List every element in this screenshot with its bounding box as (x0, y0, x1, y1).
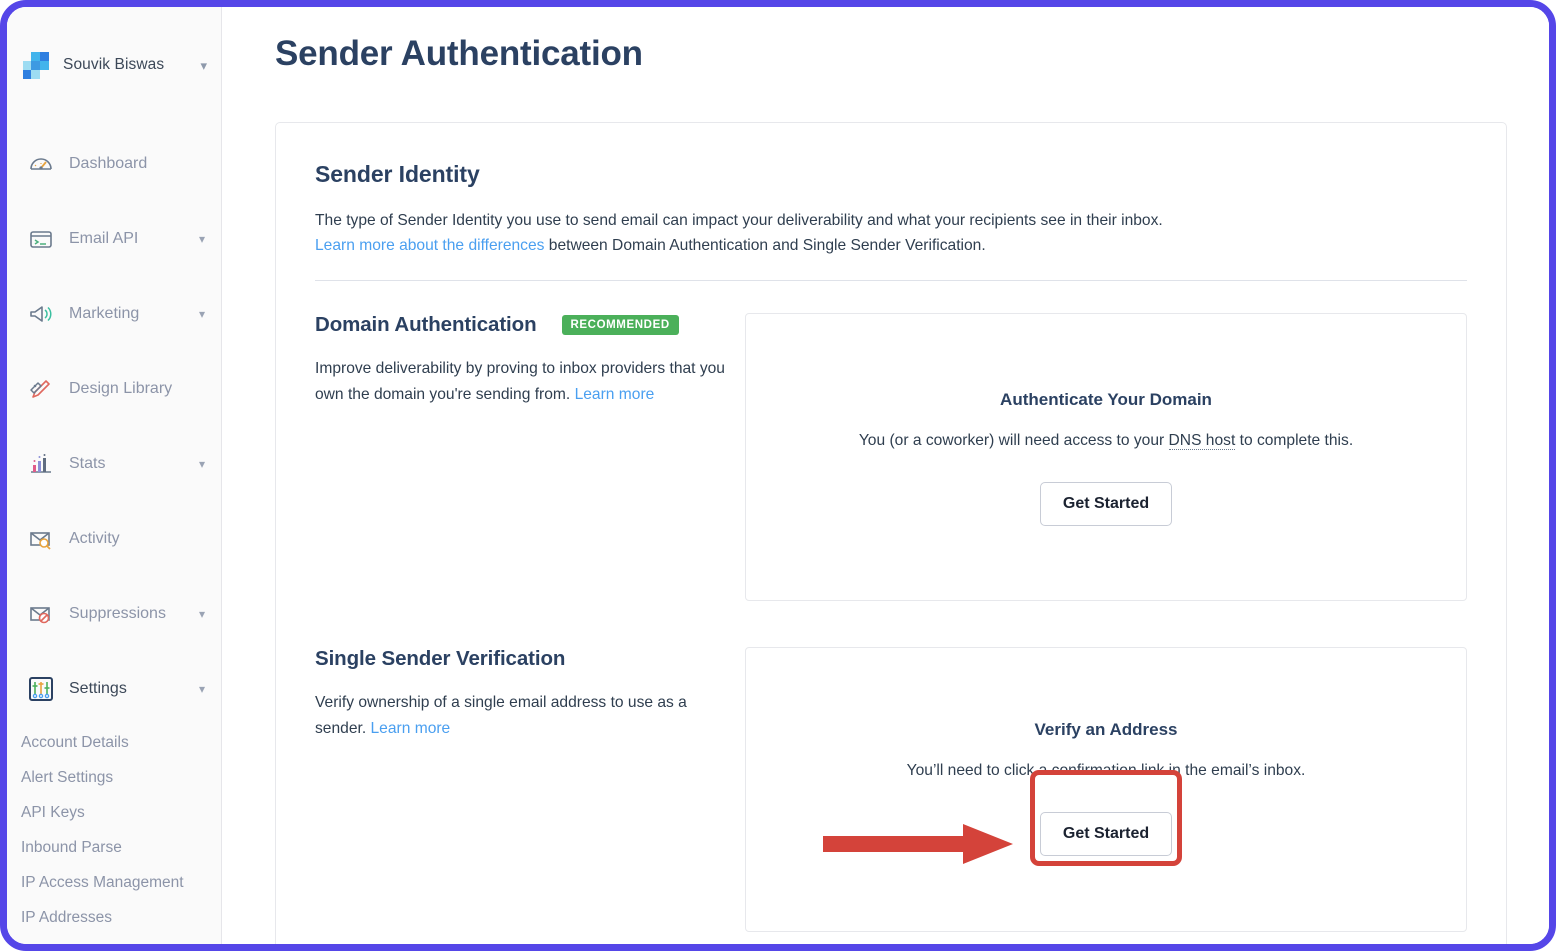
single-sender-get-started-button[interactable]: Get Started (1039, 812, 1173, 856)
sidebar-item-label: Activity (69, 530, 120, 547)
chevron-down-icon[interactable]: ▾ (199, 458, 205, 470)
authenticate-domain-card: Authenticate Your Domain You (or a cowor… (745, 313, 1467, 601)
chevron-down-icon[interactable]: ▾ (199, 308, 205, 320)
subnav-item-alert-settings[interactable]: Alert Settings (7, 760, 221, 795)
domain-authentication-info: Domain Authentication RECOMMENDED Improv… (315, 313, 745, 601)
main-content: Sender Authentication Sender Identity Th… (223, 7, 1549, 944)
single-sender-title: Single Sender Verification (315, 647, 566, 670)
domain-authentication-card-wrap: Authenticate Your Domain You (or a cowor… (745, 313, 1467, 601)
subnav-item-account-details[interactable]: Account Details (7, 725, 221, 760)
panel-description-line1: The type of Sender Identity you use to s… (315, 212, 1163, 229)
sidebar-item-marketing[interactable]: Marketing ▾ (7, 293, 221, 335)
app-window: Souvik Biswas ▾ Dashboard Email API ▾ Ma… (7, 7, 1549, 944)
account-name: Souvik Biswas (63, 56, 165, 73)
megaphone-icon (27, 300, 55, 328)
subtitle-before: You (or a coworker) will need access to … (858, 432, 1169, 449)
subnav-item-inbound-parse[interactable]: Inbound Parse (7, 830, 221, 865)
authenticate-domain-card-subtitle: You (or a coworker) will need access to … (746, 432, 1466, 450)
subnav-item-api-keys[interactable]: API Keys (7, 795, 221, 830)
sidebar-nav: Dashboard Email API ▾ Marketing ▾ Design… (7, 143, 221, 935)
envelope-search-icon (27, 525, 55, 553)
dns-host-term[interactable]: DNS host (1168, 432, 1236, 450)
bar-chart-icon (27, 450, 55, 478)
sender-identity-panel: Sender Identity The type of Sender Ident… (275, 122, 1507, 944)
single-sender-learn-more-link[interactable]: Learn more (370, 720, 450, 737)
sidebar-item-design-library[interactable]: Design Library (7, 368, 221, 410)
sidebar-item-label: Settings (69, 680, 127, 697)
single-sender-header: Single Sender Verification (315, 647, 725, 671)
domain-authentication-title: Domain Authentication (315, 313, 537, 336)
single-sender-description: Verify ownership of a single email addre… (315, 690, 725, 741)
account-switcher[interactable]: Souvik Biswas ▾ (7, 35, 221, 95)
single-sender-row: Single Sender Verification Verify owners… (315, 647, 1467, 932)
terminal-icon (27, 225, 55, 253)
verify-address-card: Verify an Address You’ll need to click a… (745, 647, 1467, 932)
panel-description-line2-rest: between Domain Authentication and Single… (544, 237, 986, 254)
envelope-blocked-icon (27, 600, 55, 628)
page-title: Sender Authentication (275, 34, 643, 73)
browser-frame: Souvik Biswas ▾ Dashboard Email API ▾ Ma… (0, 0, 1556, 951)
settings-subnav: Account Details Alert Settings API Keys … (7, 725, 221, 935)
chevron-down-icon[interactable]: ▾ (199, 608, 205, 620)
sidebar-item-suppressions[interactable]: Suppressions ▾ (7, 593, 221, 635)
learn-more-differences-link[interactable]: Learn more about the differences (315, 237, 544, 254)
pencil-ruler-icon (27, 375, 55, 403)
sidebar-item-label: Dashboard (69, 155, 148, 172)
subnav-item-ip-addresses[interactable]: IP Addresses (7, 900, 221, 935)
sidebar-item-label: Suppressions (69, 605, 166, 622)
gauge-icon (27, 150, 55, 178)
domain-authentication-description: Improve deliverability by proving to inb… (315, 356, 725, 407)
sidebar-item-label: Email API (69, 230, 139, 247)
domain-get-started-button[interactable]: Get Started (1039, 482, 1173, 526)
verify-address-card-subtitle: You’ll need to click a confirmation link… (906, 762, 1306, 779)
sidebar: Souvik Biswas ▾ Dashboard Email API ▾ Ma… (7, 7, 222, 944)
domain-learn-more-link[interactable]: Learn more (575, 386, 655, 403)
authenticate-domain-card-title: Authenticate Your Domain (1000, 390, 1212, 409)
sidebar-item-email-api[interactable]: Email API ▾ (7, 218, 221, 260)
sidebar-item-stats[interactable]: Stats ▾ (7, 443, 221, 485)
chevron-down-icon[interactable]: ▾ (199, 683, 205, 695)
sidebar-item-dashboard[interactable]: Dashboard (7, 143, 221, 185)
sidebar-item-label: Stats (69, 455, 106, 472)
single-sender-button-wrap: Get Started (1029, 770, 1183, 866)
domain-authentication-header: Domain Authentication RECOMMENDED (315, 313, 725, 337)
sidebar-item-label: Design Library (69, 380, 173, 397)
chevron-down-icon[interactable]: ▾ (200, 59, 207, 72)
sidebar-item-settings[interactable]: Settings ▾ (7, 668, 221, 710)
chevron-down-icon[interactable]: ▾ (199, 233, 205, 245)
annotation-arrow-icon (823, 824, 1013, 864)
single-sender-info: Single Sender Verification Verify owners… (315, 647, 745, 932)
domain-authentication-description-text: Improve deliverability by proving to inb… (315, 360, 725, 403)
verify-address-card-title: Verify an Address (1034, 720, 1178, 739)
section-divider (315, 280, 1467, 281)
single-sender-card-wrap: Verify an Address You’ll need to click a… (745, 647, 1467, 932)
panel-description: The type of Sender Identity you use to s… (315, 208, 1467, 258)
subtitle-after: to complete this. (1235, 432, 1354, 449)
sendgrid-logo-icon (23, 52, 49, 79)
sliders-icon (27, 675, 55, 703)
sidebar-item-activity[interactable]: Activity (7, 518, 221, 560)
recommended-badge: RECOMMENDED (561, 314, 679, 336)
subnav-item-ip-access-management[interactable]: IP Access Management (7, 865, 221, 900)
sidebar-item-label: Marketing (69, 305, 140, 322)
panel-heading: Sender Identity (315, 161, 480, 187)
domain-authentication-row: Domain Authentication RECOMMENDED Improv… (315, 313, 1467, 601)
